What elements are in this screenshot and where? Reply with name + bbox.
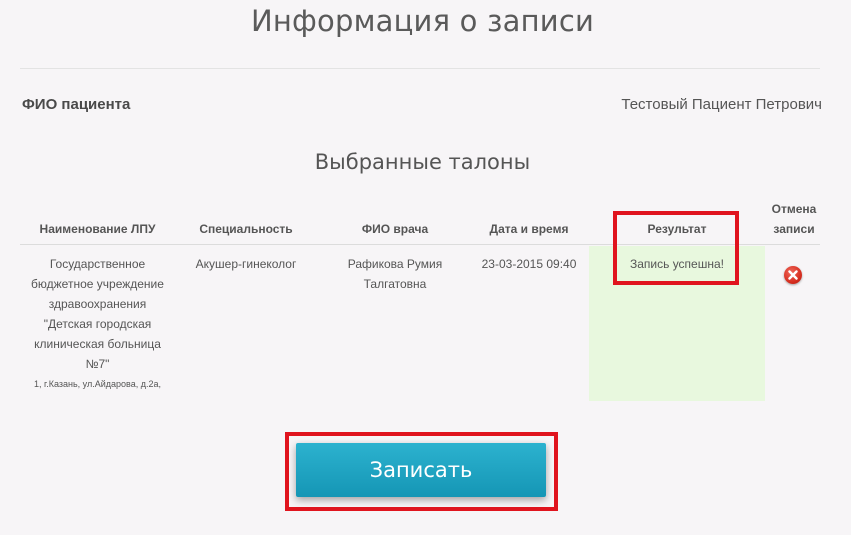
column-header-cancel: Отмена записи <box>764 199 824 239</box>
cross-glyph <box>788 270 798 280</box>
patient-label: ФИО пациента <box>22 96 131 113</box>
result-highlight-box <box>613 211 739 285</box>
doctor-name-line: Рафикова Румия <box>347 257 443 271</box>
patient-name: Тестовый Пациент Петрович <box>621 96 822 113</box>
clinic-name-cell: Государственное бюджетное учреждение здр… <box>20 254 175 394</box>
column-header-cancel-line1: Отмена <box>771 202 817 216</box>
clinic-name-line: "Детская городская <box>43 317 152 331</box>
clinic-name-line: клиническая больница <box>34 337 161 351</box>
column-header-name: Наименование ЛПУ <box>39 222 156 236</box>
datetime-cell: 23-03-2015 09:40 <box>481 257 577 271</box>
clinic-name-line: №7" <box>85 357 110 371</box>
column-header-datetime: Дата и время <box>489 222 569 236</box>
column-header-doctor: ФИО врача <box>361 222 429 236</box>
page-title: Информация о записи <box>250 4 595 38</box>
submit-button[interactable]: Записать <box>296 443 546 497</box>
title-divider <box>20 68 820 69</box>
column-header-specialty: Специальность <box>199 222 293 236</box>
clinic-name-line: бюджетное учреждение <box>31 277 164 291</box>
cancel-icon[interactable] <box>784 266 802 284</box>
clinic-name-line: здравоохранения <box>48 297 147 311</box>
doctor-name-line: Талгатовна <box>363 277 427 291</box>
doctor-cell: Рафикова Румия Талгатовна <box>330 254 460 294</box>
clinic-address: 1, г.Казань, ул.Айдарова, д.2а, <box>34 379 161 389</box>
clinic-name-line: Государственное <box>49 257 146 271</box>
tickets-section-title: Выбранные талоны <box>314 150 531 174</box>
column-header-cancel-line2: записи <box>773 222 815 236</box>
specialty-cell: Акушер-гинеколог <box>195 257 297 271</box>
